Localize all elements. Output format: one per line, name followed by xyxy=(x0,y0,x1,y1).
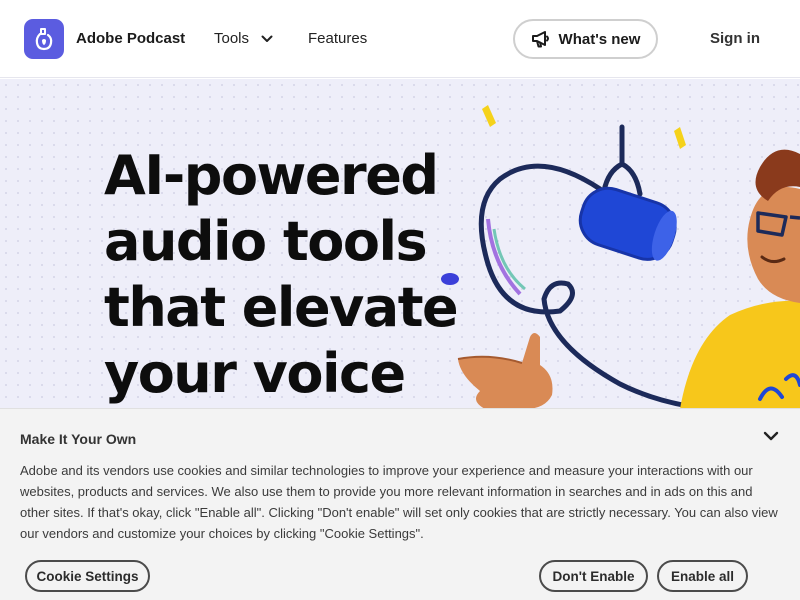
cookie-settings-button[interactable]: Cookie Settings xyxy=(25,560,150,592)
hero-title-line: that elevate xyxy=(104,276,459,339)
dont-enable-button[interactable]: Don't Enable xyxy=(539,560,648,592)
brand-name[interactable]: Adobe Podcast xyxy=(76,30,185,47)
chevron-down-icon xyxy=(261,35,273,42)
hero-title-line: your voice xyxy=(104,342,406,405)
podcast-logo-icon[interactable] xyxy=(24,19,64,59)
nav-tools-dropdown[interactable]: Tools xyxy=(214,30,273,47)
nav-tools-label: Tools xyxy=(214,30,250,47)
chevron-down-icon[interactable] xyxy=(760,425,782,447)
megaphone-icon xyxy=(531,31,549,48)
cookie-banner-text: Adobe and its vendors use cookies and si… xyxy=(20,463,778,541)
cookie-consent-banner: Make It Your Own Adobe and its vendors u… xyxy=(0,408,800,600)
sign-in-link[interactable]: Sign in xyxy=(710,30,760,47)
pointing-hand xyxy=(458,333,553,409)
microphone-logo-icon xyxy=(35,28,53,51)
nav-features-link[interactable]: Features xyxy=(308,30,367,47)
hero-title-line: AI-powered xyxy=(104,144,439,207)
confetti-shape xyxy=(482,105,496,127)
person-face xyxy=(747,187,800,303)
hero-title: AI-powered audio tools that elevate your… xyxy=(104,143,464,407)
whats-new-button[interactable]: What's new xyxy=(513,19,658,59)
hero-title-line: audio tools xyxy=(104,210,428,273)
microphone xyxy=(578,186,677,261)
hero-section: AI-powered audio tools that elevate your… xyxy=(0,79,800,409)
mic-stand xyxy=(601,124,643,197)
whats-new-label: What's new xyxy=(558,30,641,48)
enable-all-button[interactable]: Enable all xyxy=(657,560,748,592)
person-shirt xyxy=(680,300,800,409)
top-nav-bar: Adobe Podcast Tools Features What's new … xyxy=(0,0,800,78)
microphone-person-illustration xyxy=(441,105,800,409)
confetti-shape xyxy=(441,273,459,285)
confetti-shape xyxy=(674,127,686,149)
cookie-banner-title: Make It Your Own xyxy=(20,431,137,447)
